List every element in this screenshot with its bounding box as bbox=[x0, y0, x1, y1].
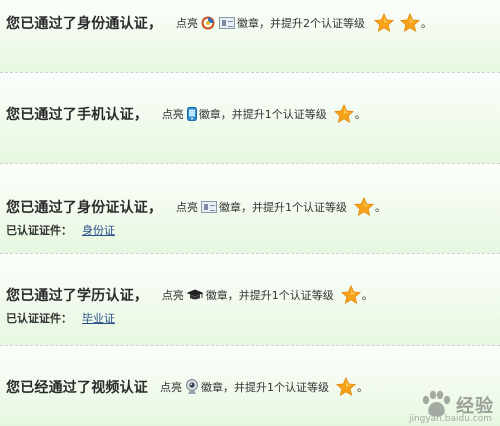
card-title: 您已通过了学历认证 bbox=[6, 288, 134, 304]
certificate-label: 已认证证件： bbox=[6, 224, 72, 237]
card-line: 您已经通过了视频认证 点亮 徽章，并提升1个认证等级 。 bbox=[6, 376, 368, 398]
sentence-period: 。 bbox=[375, 201, 386, 214]
certificate-label: 已认证证件： bbox=[6, 312, 72, 325]
badge-suffix: 徽章，并提升2个认证等级 bbox=[237, 17, 365, 30]
light-label: 点亮 bbox=[161, 289, 184, 302]
light-label: 点亮 bbox=[176, 17, 198, 30]
mobile-phone-icon bbox=[186, 107, 197, 121]
id-card-icon bbox=[201, 201, 217, 213]
star-icon bbox=[399, 12, 421, 33]
card-comma: ， bbox=[133, 288, 148, 304]
sentence-period: 。 bbox=[357, 381, 368, 394]
star-icon bbox=[333, 103, 354, 124]
badge-suffix: 徽章，并提升1个认证等级 bbox=[198, 108, 327, 121]
light-label: 点亮 bbox=[160, 381, 182, 394]
card-line: 您已通过了身份通认证 ， 点亮 徽章，并提升2个认证等级 。 bbox=[6, 12, 432, 34]
card-comma: ， bbox=[148, 200, 162, 216]
watermark-url: jingyan.baidu.com bbox=[408, 414, 492, 424]
star-icon bbox=[340, 284, 361, 305]
webcam-icon bbox=[186, 379, 198, 394]
baidu-watermark: 经验 jingyan.baidu.com bbox=[409, 390, 494, 424]
identity-ring-icon bbox=[201, 16, 215, 30]
sentence-period: 。 bbox=[354, 108, 366, 121]
verification-list: 您已通过了身份通认证 ， 点亮 徽章，并提升2个认证等级 。 您已通过了手机认证… bbox=[0, 0, 500, 426]
light-label: 点亮 bbox=[176, 201, 198, 214]
star-icon bbox=[353, 196, 375, 217]
badge-suffix: 徽章，并提升1个认证等级 bbox=[201, 381, 329, 394]
card-line: 您已通过了手机认证 ， 点亮 徽章，并提升1个认证等级 。 bbox=[6, 103, 366, 125]
badge-suffix: 徽章，并提升1个认证等级 bbox=[219, 201, 347, 214]
verification-card-id-card: 您已通过了身份证认证 ， 点亮 徽章，并提升1个认证等级 。 已认证证件： 身份… bbox=[0, 164, 500, 254]
sentence-period: 。 bbox=[361, 289, 373, 302]
graduation-cap-icon bbox=[186, 289, 204, 300]
card-line: 您已通过了身份证认证 ， 点亮 徽章，并提升1个认证等级 。 bbox=[6, 196, 386, 218]
certificate-row: 已认证证件： 毕业证 bbox=[6, 310, 115, 326]
verification-card-mobile: 您已通过了手机认证 ， 点亮 徽章，并提升1个认证等级 。 bbox=[0, 73, 500, 164]
card-comma: ， bbox=[148, 16, 162, 32]
star-icon bbox=[373, 12, 395, 33]
verification-card-identity-pass: 您已通过了身份通认证 ， 点亮 徽章，并提升2个认证等级 。 bbox=[0, 0, 500, 73]
certificate-row: 已认证证件： 身份证 bbox=[6, 222, 115, 238]
verification-card-education: 您已通过了学历认证 ， 点亮 徽章，并提升1个认证等级 。 已认证证件： 毕业证 bbox=[0, 254, 500, 346]
star-icon bbox=[335, 376, 357, 397]
card-comma: ， bbox=[133, 107, 148, 123]
id-card-icon bbox=[219, 17, 235, 29]
card-title: 您已经通过了视频认证 bbox=[6, 380, 148, 396]
card-title: 您已通过了身份证认证 bbox=[6, 200, 148, 216]
card-title: 您已通过了手机认证 bbox=[6, 107, 134, 123]
light-label: 点亮 bbox=[161, 108, 184, 121]
sentence-period: 。 bbox=[421, 17, 432, 30]
badge-suffix: 徽章，并提升1个认证等级 bbox=[205, 289, 334, 302]
card-title: 您已通过了身份通认证 bbox=[6, 16, 148, 32]
card-line: 您已通过了学历认证 ， 点亮 徽章，并提升1个认证等级 。 bbox=[6, 284, 373, 306]
certificate-link[interactable]: 毕业证 bbox=[82, 310, 115, 326]
certificate-link[interactable]: 身份证 bbox=[82, 222, 115, 238]
